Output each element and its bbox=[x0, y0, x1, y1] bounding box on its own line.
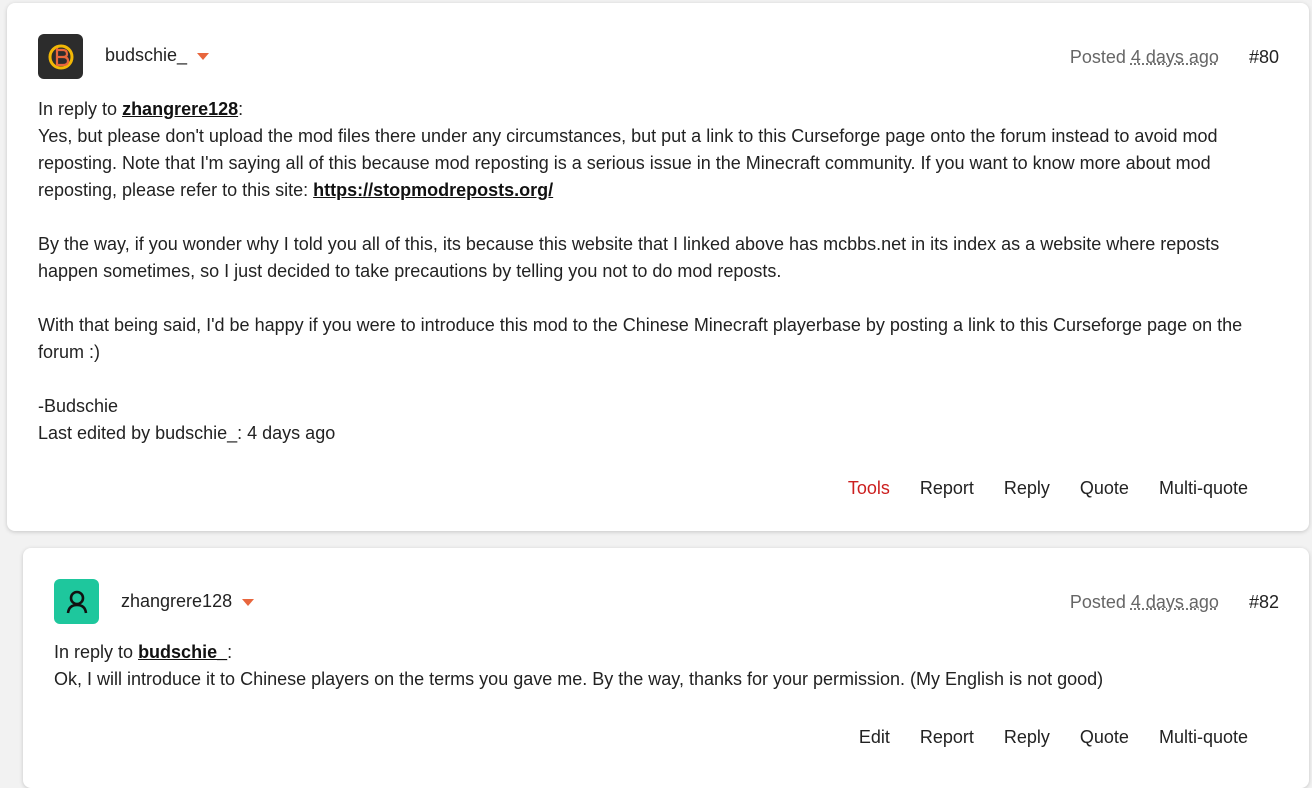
multi-quote-button[interactable]: Multi-quote bbox=[1159, 727, 1248, 748]
reply-prefix: In reply to bbox=[38, 99, 118, 119]
author-name[interactable]: zhangrere128 bbox=[121, 591, 255, 612]
posted-ago[interactable]: 4 days ago bbox=[1131, 47, 1219, 67]
post-body: In reply to budschie_: Ok, I will introd… bbox=[54, 639, 1269, 693]
reply-to-link[interactable]: budschie_ bbox=[138, 642, 227, 662]
edit-button[interactable]: Edit bbox=[859, 727, 890, 748]
posted-prefix: Posted bbox=[1069, 47, 1126, 67]
reply-prefix: In reply to bbox=[54, 642, 134, 662]
caret-down-icon[interactable] bbox=[242, 599, 255, 606]
post-actions: Edit Report Reply Quote Multi-quote bbox=[859, 727, 1248, 748]
author-label[interactable]: budschie_ bbox=[105, 45, 187, 66]
posted-time: Posted 4 days ago bbox=[1070, 592, 1219, 613]
avatar[interactable] bbox=[54, 579, 99, 624]
post-meta: Posted 4 days ago #80 bbox=[1070, 47, 1279, 68]
tools-button[interactable]: Tools bbox=[848, 478, 890, 499]
reply-button[interactable]: Reply bbox=[1004, 478, 1050, 499]
reply-button[interactable]: Reply bbox=[1004, 727, 1050, 748]
multi-quote-button[interactable]: Multi-quote bbox=[1159, 478, 1248, 499]
quote-button[interactable]: Quote bbox=[1080, 478, 1129, 499]
paragraph-1: Yes, but please don't upload the mod fil… bbox=[38, 123, 1269, 204]
stopmodreposts-link[interactable]: https://stopmodreposts.org/ bbox=[313, 180, 553, 200]
author-label[interactable]: zhangrere128 bbox=[121, 591, 232, 612]
report-button[interactable]: Report bbox=[920, 478, 974, 499]
avatar[interactable] bbox=[38, 34, 83, 79]
author-name[interactable]: budschie_ bbox=[105, 45, 210, 66]
post-82: zhangrere128 Posted 4 days ago #82 In re… bbox=[23, 548, 1309, 788]
post-number[interactable]: #82 bbox=[1249, 592, 1279, 613]
post-meta: Posted 4 days ago #82 bbox=[1070, 592, 1279, 613]
reply-suffix: : bbox=[238, 99, 244, 119]
paragraph-1-text: Yes, but please don't upload the mod fil… bbox=[38, 126, 1218, 200]
posted-ago[interactable]: 4 days ago bbox=[1131, 592, 1219, 612]
post-body: In reply to zhangrere128: Yes, but pleas… bbox=[38, 96, 1269, 447]
paragraph-2: By the way, if you wonder why I told you… bbox=[38, 234, 1220, 281]
person-icon bbox=[66, 590, 87, 613]
post-80: budschie_ Posted 4 days ago #80 In reply… bbox=[7, 3, 1309, 531]
caret-down-icon[interactable] bbox=[197, 53, 210, 60]
reply-line: In reply to budschie_: bbox=[54, 639, 1269, 666]
last-edited: Last edited by budschie_: 4 days ago bbox=[38, 423, 336, 443]
paragraph-3: With that being said, I'd be happy if yo… bbox=[38, 315, 1243, 362]
posted-prefix: Posted bbox=[1069, 592, 1126, 612]
signature: -Budschie bbox=[38, 396, 119, 416]
post-actions: Tools Report Reply Quote Multi-quote bbox=[848, 478, 1248, 499]
paragraph-1: Ok, I will introduce it to Chinese playe… bbox=[54, 669, 1104, 689]
quote-button[interactable]: Quote bbox=[1080, 727, 1129, 748]
posted-time: Posted 4 days ago bbox=[1070, 47, 1219, 68]
reply-to-link[interactable]: zhangrere128 bbox=[122, 99, 238, 119]
post-number[interactable]: #80 bbox=[1249, 47, 1279, 68]
b-logo-icon bbox=[48, 44, 73, 69]
reply-suffix: : bbox=[227, 642, 233, 662]
report-button[interactable]: Report bbox=[920, 727, 974, 748]
reply-line: In reply to zhangrere128: bbox=[38, 96, 1269, 123]
